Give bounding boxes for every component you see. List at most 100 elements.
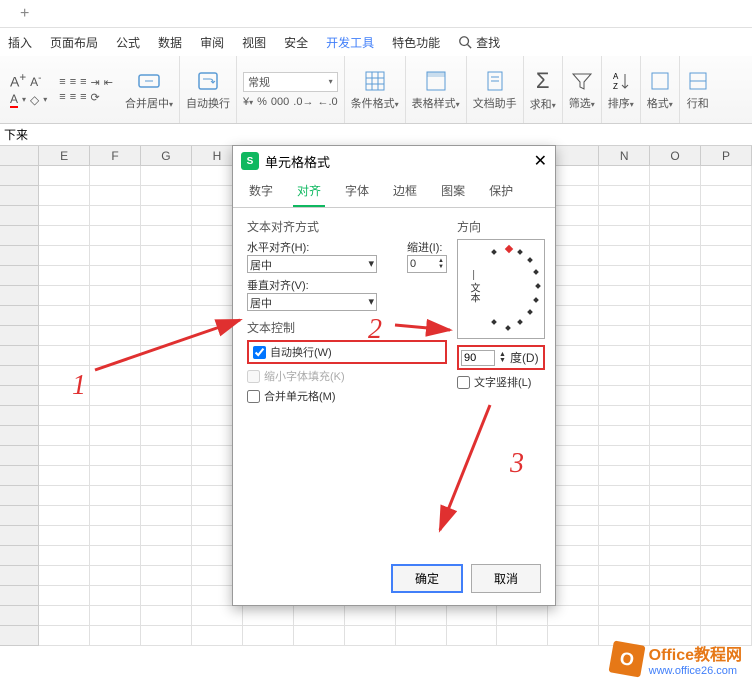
text-control-heading: 文本控制	[247, 319, 447, 336]
wrap-label[interactable]: 自动换行	[186, 95, 230, 111]
close-icon[interactable]: ✕	[534, 151, 547, 171]
menu-layout[interactable]: 页面布局	[50, 34, 98, 51]
sum-label[interactable]: 求和▾	[530, 96, 556, 112]
menu-insert[interactable]: 插入	[8, 34, 32, 51]
rowcol-icon[interactable]	[686, 69, 710, 93]
number-format-select[interactable]: 常规▾	[243, 72, 338, 92]
filter-icon[interactable]	[570, 69, 594, 93]
menu-special[interactable]: 特色功能	[392, 34, 440, 51]
col-header[interactable]: N	[599, 146, 650, 165]
cancel-button[interactable]: 取消	[471, 564, 541, 593]
formula-bar[interactable]: 下来	[0, 124, 752, 146]
shrink-fit-checkbox: 缩小字体填充(K)	[247, 368, 447, 384]
degree-spinner[interactable]: ▲▼	[499, 352, 506, 364]
sum-icon[interactable]: Σ	[536, 68, 550, 94]
tab-border[interactable]: 边框	[389, 176, 421, 207]
wrap-text-input[interactable]	[253, 346, 266, 359]
fill-color-icon[interactable]: ◇	[30, 93, 39, 107]
dochelper-icon[interactable]	[483, 69, 507, 93]
dec-inc-icon[interactable]: .0→	[293, 96, 313, 108]
sort-icon[interactable]: AZ	[609, 69, 633, 93]
align-mid-icon[interactable]: ≡	[70, 76, 76, 88]
filter-label[interactable]: 筛选▾	[569, 95, 595, 111]
dec-dec-icon[interactable]: ←.0	[317, 96, 337, 108]
wrap-text-checkbox[interactable]: 自动换行(W)	[247, 340, 447, 364]
merge-cells-input[interactable]	[247, 390, 260, 403]
valign-select[interactable]: 居中 ▾	[247, 293, 377, 311]
menu-security[interactable]: 安全	[284, 34, 308, 51]
currency-icon[interactable]: ¥▾	[243, 96, 253, 108]
menu-formula[interactable]: 公式	[116, 34, 140, 51]
col-header[interactable]: O	[650, 146, 701, 165]
rowcol-label[interactable]: 行和	[687, 95, 709, 111]
tablestyle-label[interactable]: 表格样式▾	[412, 95, 460, 111]
menu-view[interactable]: 视图	[242, 34, 266, 51]
degree-input[interactable]	[461, 350, 495, 366]
col-header[interactable]: P	[701, 146, 752, 165]
menu-review[interactable]: 审阅	[200, 34, 224, 51]
degree-label: 度(D)	[510, 349, 539, 366]
indent-inc-icon[interactable]: ⇥	[91, 76, 100, 89]
tab-number[interactable]: 数字	[245, 176, 277, 207]
percent-icon[interactable]: %	[257, 96, 267, 108]
sort-label[interactable]: 排序▾	[608, 95, 634, 111]
shrink-fit-input	[247, 370, 260, 383]
annotation-number-1: 1	[72, 370, 86, 402]
indent-dec-icon[interactable]: ⇤	[104, 76, 113, 89]
watermark-url: www.office26.com	[649, 665, 742, 677]
tab-align[interactable]: 对齐	[293, 176, 325, 207]
font-decrease-icon[interactable]: A-	[30, 73, 41, 89]
vertical-text-checkbox[interactable]: 文字竖排(L)	[457, 374, 545, 390]
halign-select[interactable]: 居中 ▾	[247, 255, 377, 273]
menu-devtools[interactable]: 开发工具	[326, 34, 374, 51]
direction-heading: 方向	[457, 218, 545, 235]
condfmt-label[interactable]: 条件格式▾	[351, 95, 399, 111]
tab-font[interactable]: 字体	[341, 176, 373, 207]
font-color-icon[interactable]: A	[10, 92, 18, 108]
menu-bar: 插入 页面布局 公式 数据 审阅 视图 安全 开发工具 特色功能 查找	[0, 28, 752, 56]
new-tab-plus[interactable]: +	[20, 5, 29, 23]
orient-icon[interactable]: ⟳	[91, 91, 100, 104]
menu-data[interactable]: 数据	[158, 34, 182, 51]
format-label[interactable]: 格式▾	[647, 95, 673, 111]
search-icon	[458, 35, 472, 49]
corner-header[interactable]	[0, 146, 39, 165]
tablestyle-icon[interactable]	[424, 69, 448, 93]
watermark-logo-icon: O	[608, 640, 645, 677]
watermark: O Office教程网 www.office26.com	[611, 641, 742, 677]
merge-label[interactable]: 合并居中▾	[125, 95, 173, 111]
orientation-dial[interactable]: — 文本	[457, 239, 545, 339]
condfmt-icon[interactable]	[363, 69, 387, 93]
col-header[interactable]: G	[141, 146, 192, 165]
annotation-number-2: 2	[368, 314, 382, 346]
col-header[interactable]: F	[90, 146, 141, 165]
align-left-icon[interactable]: ≡	[59, 91, 65, 103]
align-right-icon[interactable]: ≡	[80, 91, 86, 103]
text-align-heading: 文本对齐方式	[247, 218, 447, 235]
indent-spinner[interactable]: 0▲▼	[407, 255, 447, 273]
wrap-icon[interactable]	[196, 69, 220, 93]
tab-protect[interactable]: 保护	[485, 176, 517, 207]
menu-search[interactable]: 查找	[458, 34, 500, 51]
ok-button[interactable]: 确定	[391, 564, 463, 593]
align-center-icon[interactable]: ≡	[70, 91, 76, 103]
comma-icon[interactable]: 000	[271, 96, 289, 108]
align-bot-icon[interactable]: ≡	[80, 76, 86, 88]
annotation-number-3: 3	[510, 448, 524, 480]
cell-format-dialog: S 单元格格式 ✕ 数字 对齐 字体 边框 图案 保护 文本对齐方式 水平对齐(…	[232, 145, 556, 606]
indent-label: 缩进(I):	[407, 239, 447, 255]
col-header[interactable]: E	[39, 146, 90, 165]
dochelper-label[interactable]: 文档助手	[473, 95, 517, 111]
dropdown-icon[interactable]: ▾	[22, 95, 26, 104]
svg-text:Z: Z	[613, 82, 618, 91]
wps-logo-icon: S	[241, 152, 259, 170]
vertical-text-input[interactable]	[457, 376, 470, 389]
dropdown-icon[interactable]: ▾	[43, 95, 47, 104]
tab-pattern[interactable]: 图案	[437, 176, 469, 207]
merge-cells-checkbox[interactable]: 合并单元格(M)	[247, 388, 447, 404]
menu-search-label: 查找	[476, 34, 500, 51]
font-increase-icon[interactable]: A+	[10, 71, 26, 90]
format-icon[interactable]	[648, 69, 672, 93]
align-top-icon[interactable]: ≡	[59, 76, 65, 88]
merge-icon[interactable]	[137, 69, 161, 93]
